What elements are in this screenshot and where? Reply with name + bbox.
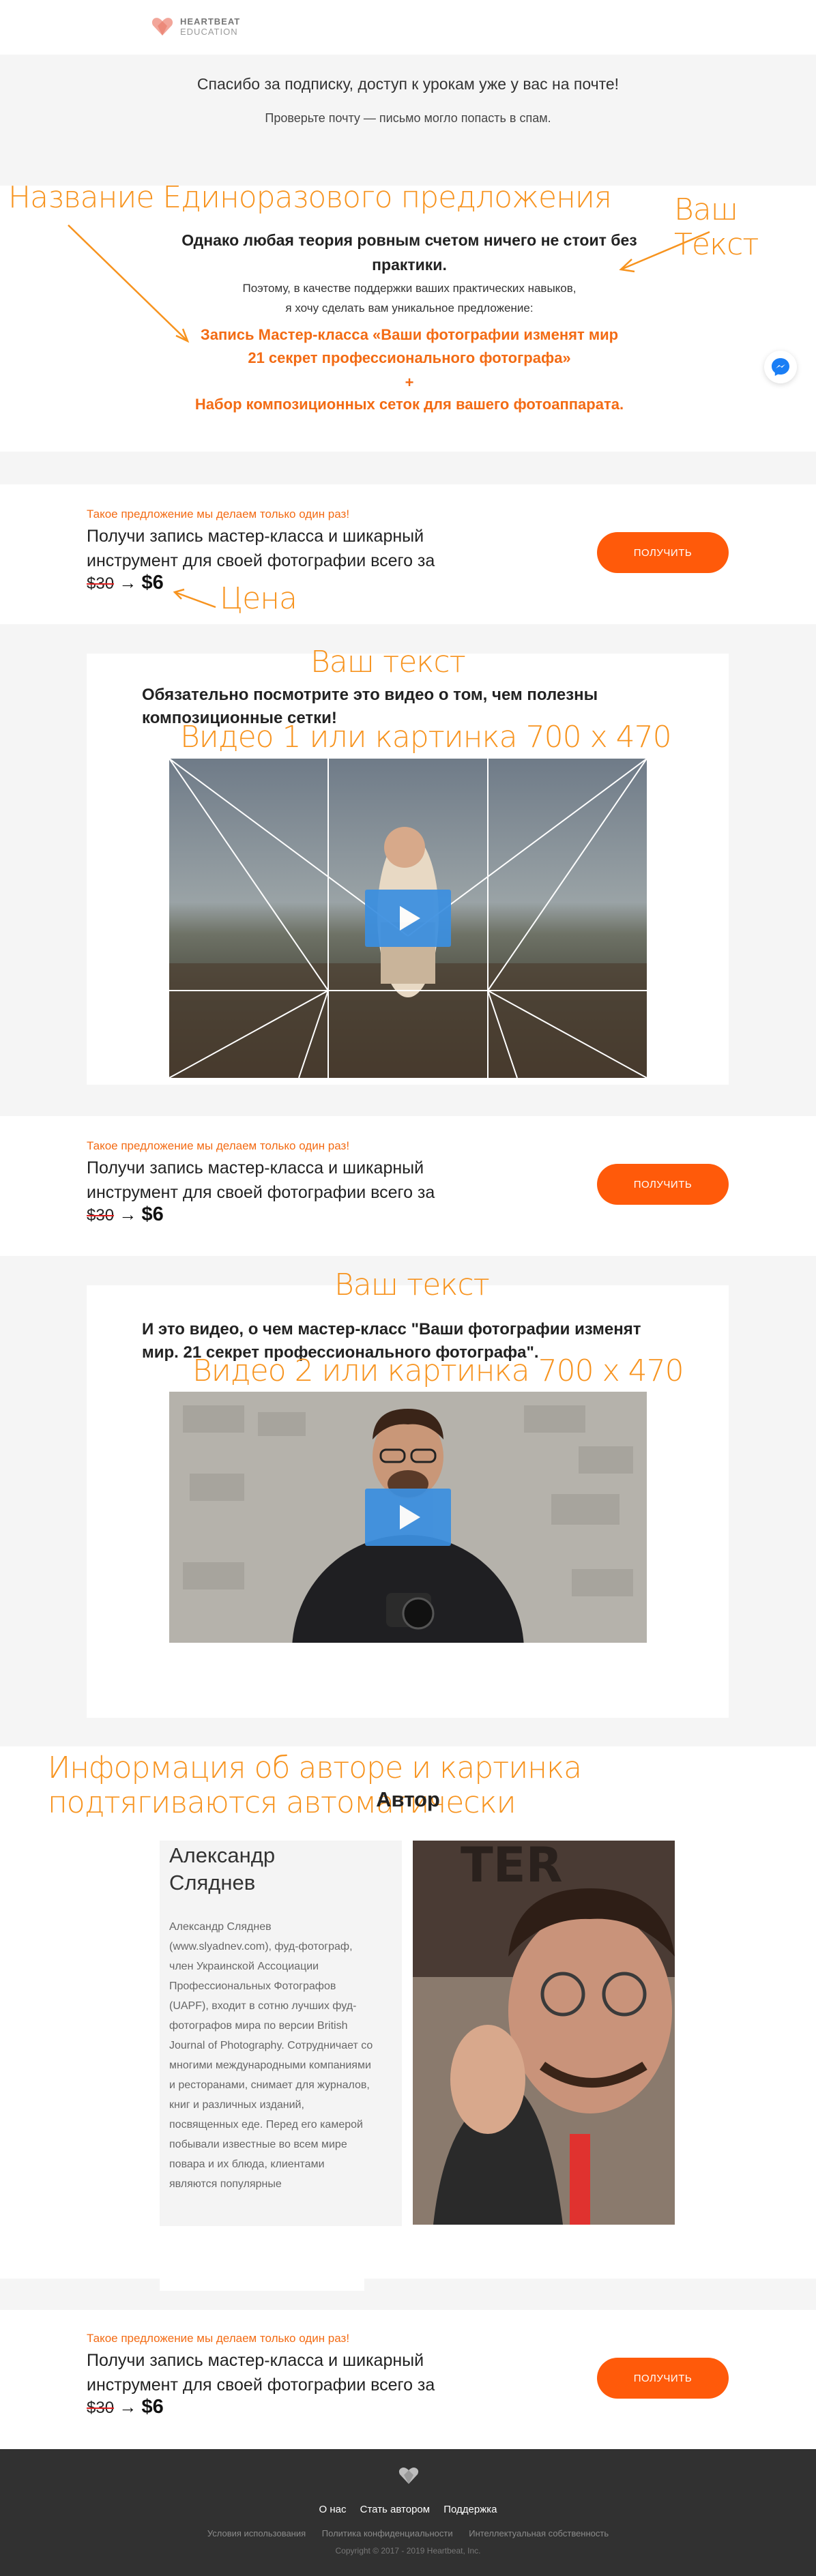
cta-once-note: Такое предложение мы делаем только один … xyxy=(87,1139,350,1152)
cta-price: $30 → $6 xyxy=(87,572,164,594)
footer-link-become-author[interactable]: Стать автором xyxy=(360,2504,430,2515)
footer-link-support[interactable]: Поддержка xyxy=(443,2504,497,2515)
author-photo-image: TER xyxy=(413,1841,675,2225)
author-bio: Александр Сляднев (www.slyadnev.com), фу… xyxy=(169,1921,373,2190)
new-price: $6 xyxy=(141,2396,164,2418)
footer-logo-icon[interactable] xyxy=(398,2467,419,2485)
video-player-2[interactable] xyxy=(169,1392,647,1643)
price-arrow: → xyxy=(119,2397,137,2417)
cta-description: Получи запись мастер-класса и шикарный и… xyxy=(87,1158,435,1202)
footer-legal-links: Условия использования Политика конфиденц… xyxy=(0,2528,816,2538)
price-arrow: → xyxy=(119,1204,137,1225)
cta-description: Получи запись мастер-класса и шикарный и… xyxy=(87,527,435,570)
author-name: Александр Сляднев xyxy=(169,1843,276,1894)
messenger-chat-button[interactable] xyxy=(764,351,797,383)
cta-price: $30 → $6 xyxy=(87,2396,164,2418)
get-button[interactable]: ПОЛУЧИТЬ xyxy=(597,1164,729,1205)
footer-link-about[interactable]: О нас xyxy=(319,2504,347,2515)
new-price: $6 xyxy=(141,1203,164,1225)
svg-text:TER: TER xyxy=(461,1841,562,1893)
author-section xyxy=(0,1746,816,2279)
cta-price: $30 → $6 xyxy=(87,1203,164,1226)
cta-once-note: Такое предложение мы делаем только один … xyxy=(87,2332,350,2345)
messenger-icon xyxy=(772,358,789,376)
footer-link-ip[interactable]: Интеллектуальная собственность xyxy=(469,2528,609,2538)
annotation-video2: Видео 2 или картинка 700 х 470 xyxy=(192,1353,684,1388)
cta-once-note: Такое предложение мы делаем только один … xyxy=(87,508,350,521)
old-price: $30 xyxy=(87,1206,115,1225)
footer-link-terms[interactable]: Условия использования xyxy=(207,2528,306,2538)
video-player-1[interactable] xyxy=(169,759,647,1078)
annotation-arrows xyxy=(68,224,710,343)
annotation-price-arrow xyxy=(173,588,216,609)
price-arrow: → xyxy=(119,572,137,593)
get-button[interactable]: ПОЛУЧИТЬ xyxy=(597,2358,729,2399)
footer-copyright: Copyright © 2017 - 2019 Heartbeat, Inc. xyxy=(335,2546,481,2556)
old-price: $30 xyxy=(87,2399,115,2417)
author-card-footer xyxy=(160,2226,364,2291)
annotation-price: Цена xyxy=(220,581,297,616)
annotation-video1: Видео 1 или картинка 700 х 470 xyxy=(180,720,672,755)
author-section-title: Автор xyxy=(376,1787,440,1811)
author-photo: TER xyxy=(413,1841,675,2225)
cta-description: Получи запись мастер-класса и шикарный и… xyxy=(87,2351,435,2395)
get-button[interactable]: ПОЛУЧИТЬ xyxy=(597,532,729,573)
new-price: $6 xyxy=(141,572,164,594)
old-price: $30 xyxy=(87,574,115,593)
footer-link-privacy[interactable]: Политика конфиденциальности xyxy=(322,2528,453,2538)
play-icon[interactable] xyxy=(365,890,451,947)
annotation-your-text-2: Ваш текст xyxy=(310,645,466,679)
annotation-your-text-3: Ваш текст xyxy=(334,1268,490,1302)
play-icon[interactable] xyxy=(365,1489,451,1546)
footer-links: О нас Стать автором Поддержка xyxy=(0,2504,816,2515)
